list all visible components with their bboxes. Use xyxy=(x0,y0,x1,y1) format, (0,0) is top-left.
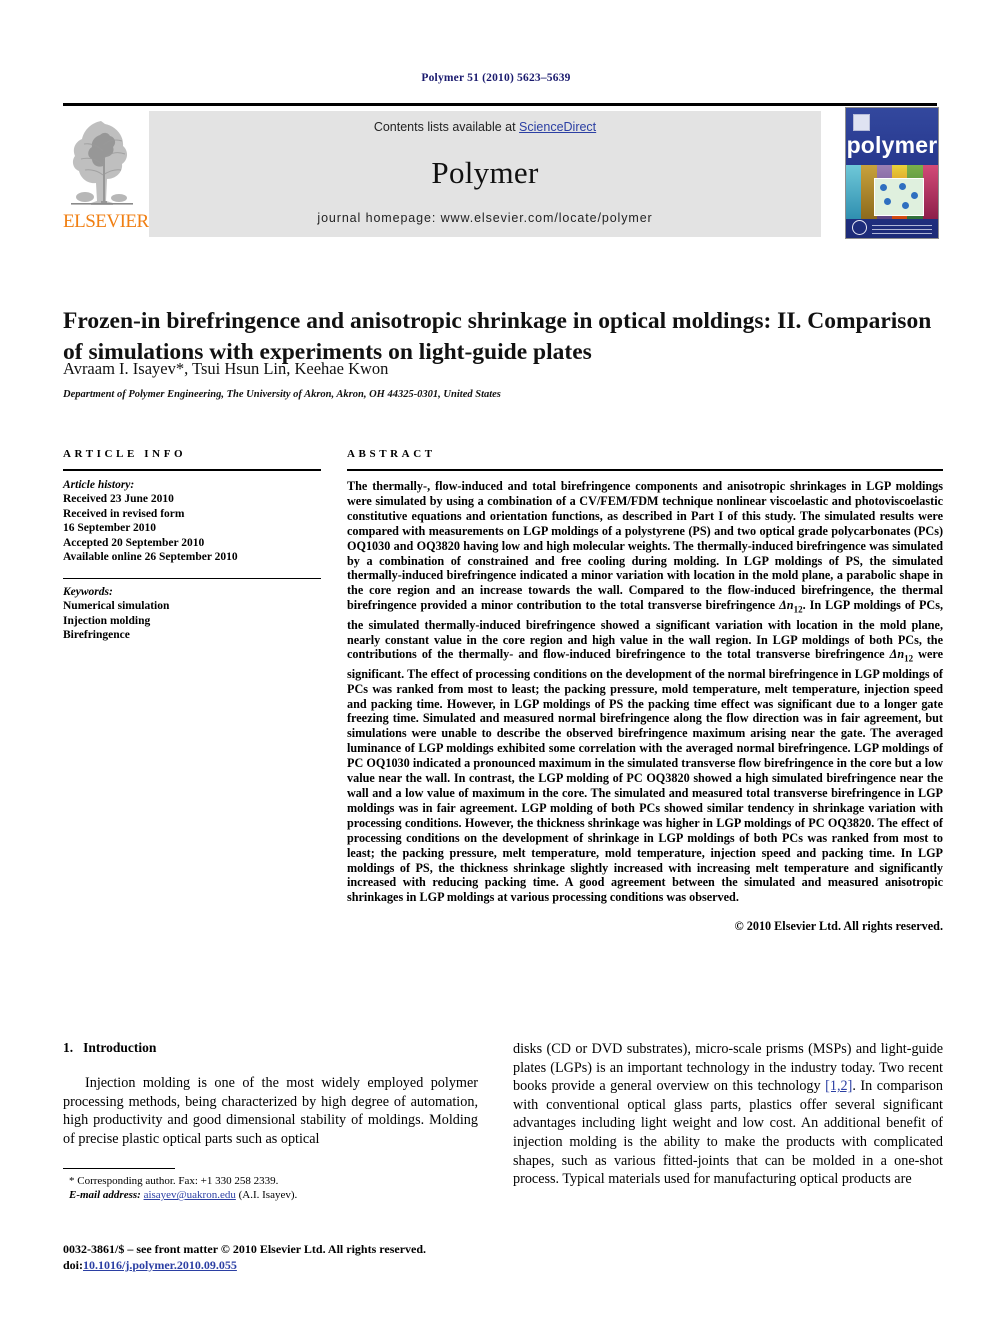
footnote-rule xyxy=(63,1168,175,1169)
elsevier-tree-logo-icon xyxy=(67,113,137,209)
doi-label: doi: xyxy=(63,1257,84,1272)
intro-paragraph-right: disks (CD or DVD substrates), micro-scal… xyxy=(513,1040,943,1189)
article-info-rule xyxy=(63,469,321,471)
footnote-block: * Corresponding author. Fax: +1 330 258 … xyxy=(63,1168,478,1202)
body-column-left: 1. Introduction Injection molding is one … xyxy=(63,1040,478,1148)
article-history-item: Available online 26 September 2010 xyxy=(63,551,238,564)
article-history-item: Accepted 20 September 2010 xyxy=(63,536,205,549)
abstract-text: The thermally-, flow-induced and total b… xyxy=(347,479,943,905)
body-column-right: disks (CD or DVD substrates), micro-scal… xyxy=(513,1040,943,1189)
open-access-badge-icon xyxy=(852,220,867,235)
cover-elsevier-mark-icon xyxy=(853,114,870,131)
abstract-part-1: The thermally-, flow-induced and total b… xyxy=(347,479,943,613)
keywords-label: Keywords: xyxy=(63,585,113,598)
journal-homepage-line[interactable]: journal homepage: www.elsevier.com/locat… xyxy=(149,211,821,225)
abstract-symbol-1: Δn xyxy=(779,598,794,613)
keyword-item: Numerical simulation xyxy=(63,599,170,612)
masthead-top-rule xyxy=(63,103,937,106)
cover-wordmark: polymer xyxy=(846,132,938,158)
journal-masthead: ELSEVIER Contents lists available at Sci… xyxy=(63,103,939,239)
citation-link[interactable]: [1,2] xyxy=(825,1078,852,1094)
keyword-item: Birefringence xyxy=(63,629,130,642)
journal-title: Polymer xyxy=(431,155,539,190)
article-info-block: ARTICLE INFO Article history: Received 2… xyxy=(63,448,321,643)
abstract-copyright: © 2010 Elsevier Ltd. All rights reserved… xyxy=(734,919,943,934)
cover-inset-figure xyxy=(874,178,924,216)
contents-list-line: Contents lists available at ScienceDirec… xyxy=(149,120,821,134)
intro-right-part-2: . In comparison with conventional optica… xyxy=(513,1078,943,1188)
doi-line: doi:10.1016/j.polymer.2010.09.055 xyxy=(63,1258,563,1274)
journal-band: Contents lists available at ScienceDirec… xyxy=(149,111,821,237)
intro-paragraph-left: Injection molding is one of the most wid… xyxy=(63,1075,478,1147)
doi-link[interactable]: 10.1016/j.polymer.2010.09.055 xyxy=(83,1258,237,1272)
corresponding-author-note: * Corresponding author. Fax: +1 330 258 … xyxy=(69,1175,279,1187)
affiliation: Department of Polymer Engineering, The U… xyxy=(63,389,501,400)
keywords-rule xyxy=(63,577,321,579)
abstract-symbol-2: Δn xyxy=(889,647,905,662)
keyword-item: Injection molding xyxy=(63,614,151,627)
article-history-label: Article history: xyxy=(63,479,135,491)
abstract-part-3: were significant. The effect of processi… xyxy=(347,647,943,905)
abstract-heading: ABSTRACT xyxy=(347,448,436,460)
sciencedirect-link[interactable]: ScienceDirect xyxy=(519,120,596,134)
abstract-subscript-2: 12 xyxy=(904,653,914,664)
abstract-subscript-1: 12 xyxy=(793,604,803,615)
elsevier-wordmark: ELSEVIER xyxy=(63,211,149,232)
cover-footer-text xyxy=(872,225,932,234)
section-number: 1. xyxy=(63,1040,74,1055)
email-suffix: (A.I. Isayev). xyxy=(235,1189,298,1201)
email-label: E-mail address: xyxy=(69,1189,141,1201)
elsevier-logo: ELSEVIER xyxy=(63,111,149,237)
section-title: Introduction xyxy=(83,1040,157,1055)
article-history-item: Received in revised form xyxy=(63,507,185,520)
journal-cover-thumbnail[interactable]: polymer xyxy=(845,107,939,239)
section-heading-introduction: 1. Introduction xyxy=(63,1040,478,1056)
running-head: Polymer 51 (2010) 5623–5639 xyxy=(421,72,571,84)
imprint-block: 0032-3861/$ – see front matter © 2010 El… xyxy=(63,1242,563,1273)
email-link[interactable]: aisayev@uakron.edu xyxy=(144,1189,236,1201)
paper-page: Polymer 51 (2010) 5623–5639 ELSEVIER Con… xyxy=(0,0,992,1323)
abstract-rule xyxy=(347,469,943,471)
author-list: Avraam I. Isayev*, Tsui Hsun Lin, Keehae… xyxy=(63,359,389,378)
email-note: E-mail address: aisayev@uakron.edu (A.I.… xyxy=(63,1188,478,1202)
abstract-block: ABSTRACT The thermally-, flow-induced an… xyxy=(347,448,943,934)
article-history-item: 16 September 2010 xyxy=(63,522,157,535)
article-history-item: Received 23 June 2010 xyxy=(63,493,174,505)
contents-prefix: Contents lists available at xyxy=(373,120,520,134)
article-info-heading: ARTICLE INFO xyxy=(63,448,187,460)
issn-front-matter: 0032-3861/$ – see front matter © 2010 El… xyxy=(63,1242,427,1256)
